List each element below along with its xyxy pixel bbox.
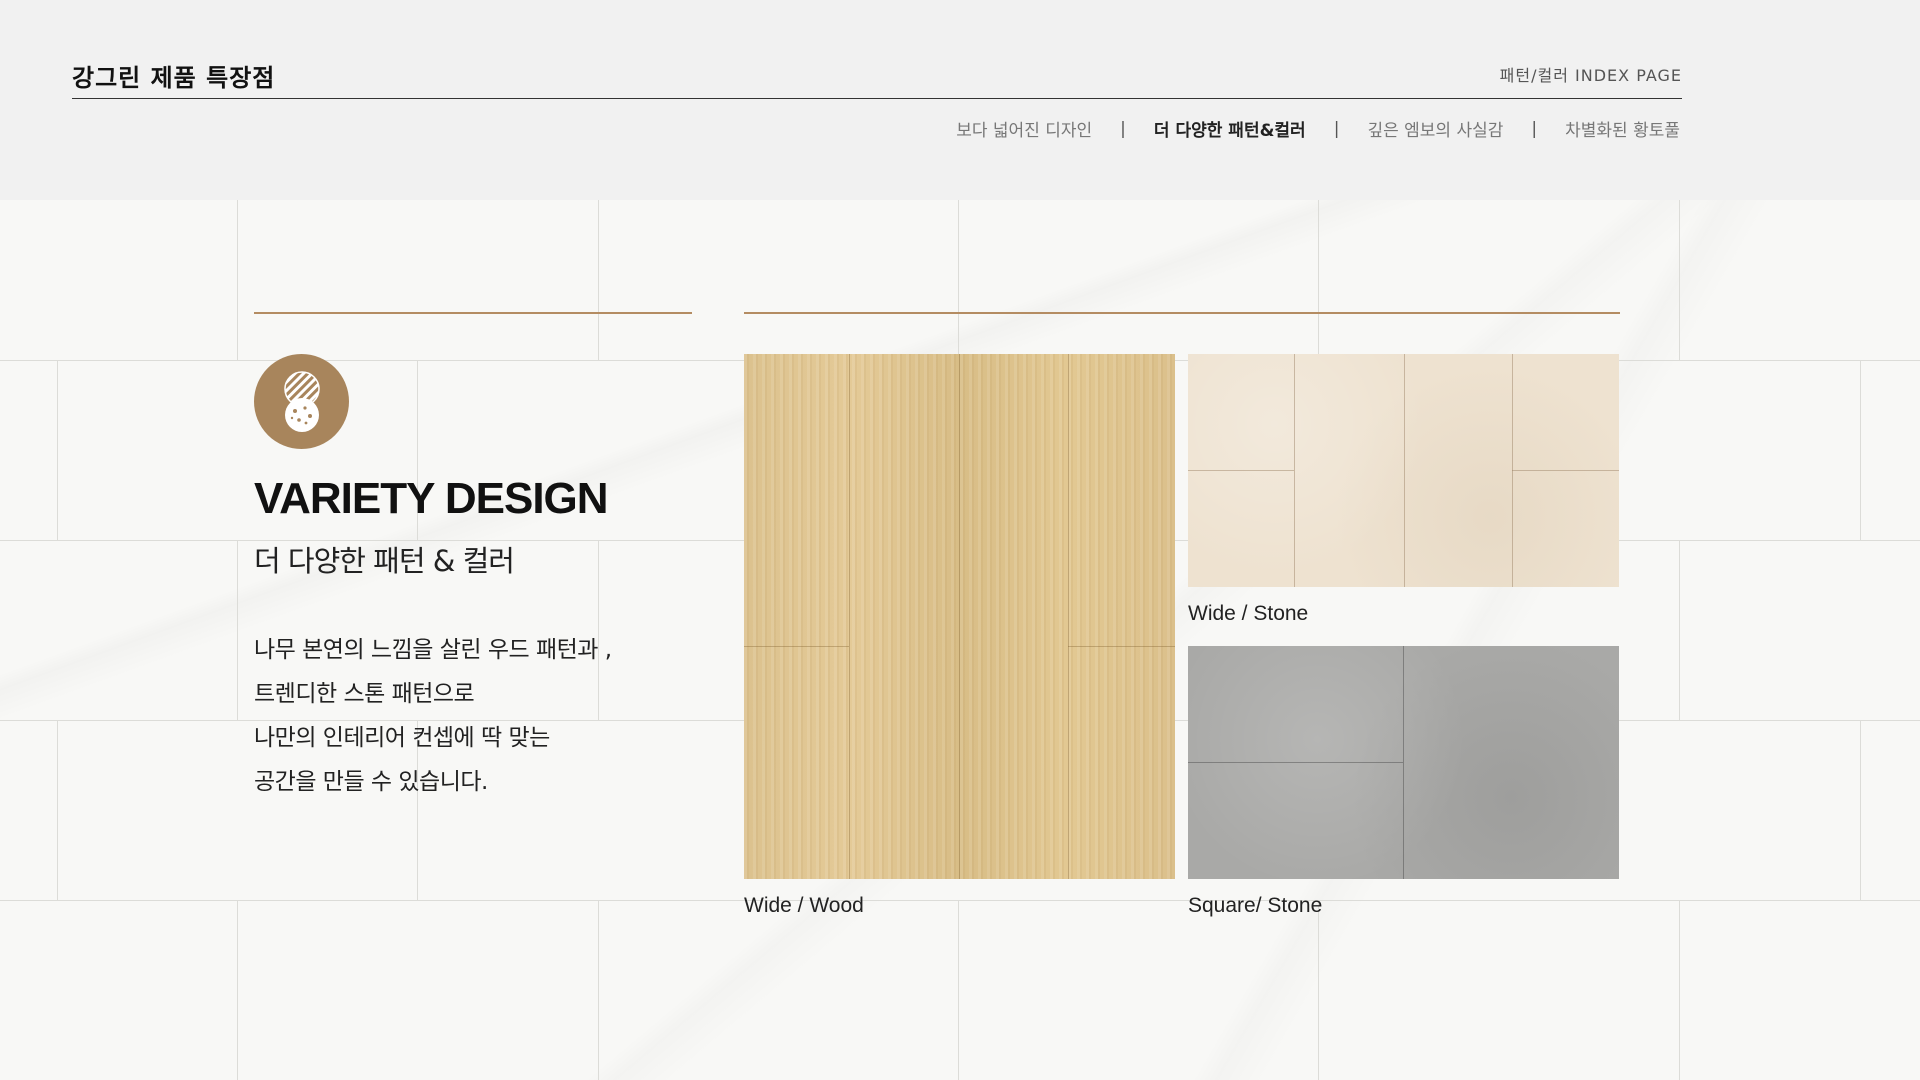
nav-separator: | (1120, 118, 1126, 139)
tile-seam (1294, 354, 1295, 587)
tile-seam (1404, 354, 1405, 587)
swatch-wide-stone[interactable] (1188, 354, 1619, 587)
plank-seam (1068, 646, 1175, 647)
tile-grout (1679, 200, 1680, 360)
description-line: 나만의 인테리어 컨셉에 딱 맞는 (254, 725, 550, 751)
description-line: 공간을 만들 수 있습니다. (254, 769, 488, 795)
caption-square-stone: Square/ Stone (1188, 894, 1323, 917)
feature-nav: 보다 넓어진 디자인 | 더 다양한 패턴&컬러 | 깊은 엠보의 사실감 | … (956, 116, 1680, 142)
caption-wide-stone: Wide / Stone (1188, 602, 1309, 625)
tile-grout (0, 900, 1920, 901)
nav-separator: | (1531, 118, 1538, 139)
plank-seam (959, 354, 960, 879)
tile-grout (237, 540, 238, 720)
header-divider (72, 98, 1682, 99)
caption-wide-wood: Wide / Wood (744, 894, 864, 917)
tile-grout (1679, 540, 1680, 720)
tile-grout (1318, 200, 1319, 360)
tile-grout (598, 900, 599, 1080)
tile-grout (1860, 360, 1861, 540)
tile-grout (1679, 900, 1680, 1080)
swatch-square-stone[interactable] (1188, 646, 1619, 879)
nav-item-deep-emboss[interactable]: 깊은 엠보의 사실감 (1367, 116, 1503, 141)
swatch-wide-wood[interactable] (744, 354, 1175, 879)
index-page-label: 패턴/컬러 INDEX PAGE (1499, 66, 1682, 85)
plank-seam (744, 646, 849, 647)
tile-seam (1188, 762, 1403, 763)
section-headline: VARIETY DESIGN (254, 474, 609, 523)
pattern-badge-icon (254, 354, 349, 449)
plank-seam (1068, 354, 1069, 879)
nav-item-pattern-color[interactable]: 더 다양한 패턴&컬러 (1154, 116, 1306, 141)
accent-rule-left (254, 312, 692, 314)
tile-grout (1318, 900, 1319, 1080)
header: 강그린 제품 특장점 패턴/컬러 INDEX PAGE 보다 넓어진 디자인 |… (0, 0, 1920, 200)
tile-seam (1512, 470, 1619, 471)
tile-grout (958, 900, 959, 1080)
tile-grout (598, 200, 599, 360)
description-line: 트렌디한 스톤 패턴으로 (254, 681, 475, 707)
tile-grout (1860, 720, 1861, 900)
description-line: 나무 본연의 느낌을 살린 우드 패턴과 , (254, 637, 612, 663)
plank-seam (849, 354, 850, 879)
tile-grout (57, 720, 58, 900)
nav-item-loess-glue[interactable]: 차별화된 황토풀 (1565, 116, 1680, 141)
nav-item-wider-design[interactable]: 보다 넓어진 디자인 (956, 116, 1092, 141)
tile-grout (57, 360, 58, 540)
nav-separator: | (1333, 118, 1340, 139)
tile-seam (1188, 470, 1294, 471)
tile-grout (237, 200, 238, 360)
brand-title: 강그린 제품 특장점 (72, 64, 276, 92)
accent-rule-right (744, 312, 1620, 314)
tile-grout (958, 200, 959, 360)
section-subhead: 더 다양한 패턴 & 컬러 (254, 544, 515, 578)
section-description: 나무 본연의 느낌을 살린 우드 패턴과 , 트렌디한 스톤 패턴으로 나만의 … (254, 628, 612, 804)
pattern-circles-icon (283, 370, 320, 432)
tile-grout (237, 900, 238, 1080)
tile-seam (1403, 646, 1404, 879)
